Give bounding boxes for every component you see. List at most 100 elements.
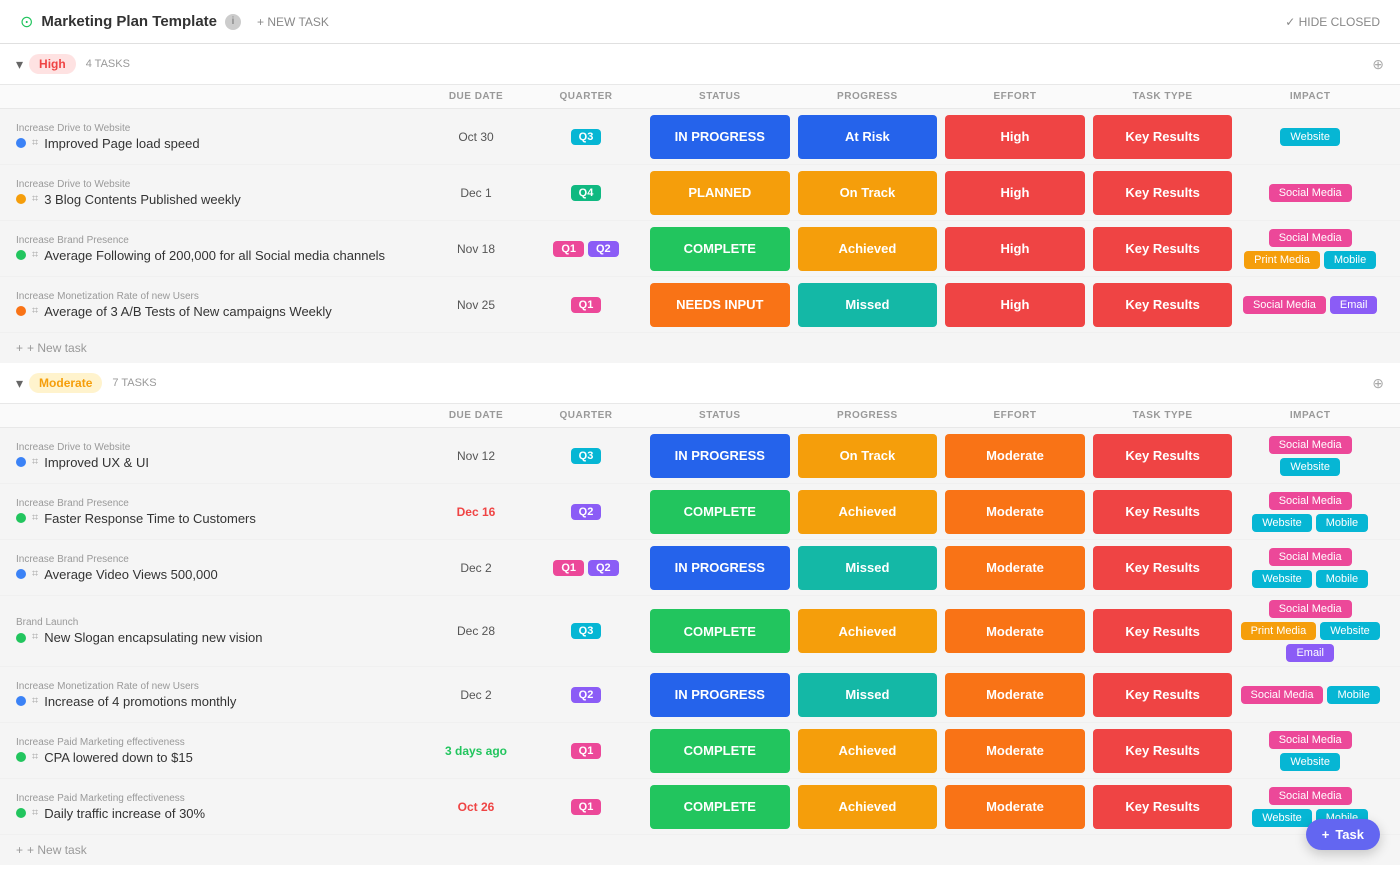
task-dot: [16, 752, 26, 762]
table-row[interactable]: Increase Paid Marketing effectiveness ⌗ …: [0, 723, 1400, 779]
status-badge: COMPLETE: [650, 609, 790, 653]
quarter-badge: Q2: [588, 241, 619, 257]
quarters-cell: Q1: [526, 743, 646, 759]
task-name: 3 Blog Contents Published weekly: [44, 192, 241, 207]
task-type-badge: Key Results: [1093, 673, 1233, 717]
effort-badge: Moderate: [945, 490, 1085, 534]
main-scroll-area[interactable]: ▾ High 4 TASKS ⊕ DUE DATE QUARTER STATUS…: [0, 44, 1400, 870]
task-name-row: ⌗ Increase of 4 promotions monthly: [16, 694, 426, 709]
table-row[interactable]: Brand Launch ⌗ New Slogan encapsulating …: [0, 596, 1400, 667]
table-row[interactable]: Increase Paid Marketing effectiveness ⌗ …: [0, 779, 1400, 835]
group-add-icon-moderate[interactable]: ⊕: [1372, 375, 1384, 392]
task-name: Average Following of 200,000 for all Soc…: [44, 248, 385, 263]
col-progress: PROGRESS: [794, 410, 942, 421]
group-add-icon-high[interactable]: ⊕: [1372, 56, 1384, 73]
effort-cell: Moderate: [941, 596, 1089, 666]
progress-cell: Achieved: [794, 221, 942, 276]
status-cell: PLANNED: [646, 165, 794, 220]
progress-badge: On Track: [798, 171, 938, 215]
hide-closed-button[interactable]: ✓ HIDE CLOSED: [1285, 15, 1380, 29]
effort-badge: Moderate: [945, 609, 1085, 653]
task-link-icon: ⌗: [32, 512, 38, 525]
new-task-button[interactable]: + NEW TASK: [249, 11, 337, 33]
info-icon[interactable]: i: [225, 14, 241, 30]
table-row[interactable]: Increase Drive to Website ⌗ 3 Blog Conte…: [0, 165, 1400, 221]
due-date: Dec 2: [426, 561, 526, 575]
progress-cell: On Track: [794, 428, 942, 483]
task-type-cell: Key Results: [1089, 277, 1237, 332]
impact-cell: Social Media: [1236, 180, 1384, 206]
add-task-row[interactable]: + + New task: [0, 333, 1400, 363]
table-row[interactable]: Increase Brand Presence ⌗ Average Follow…: [0, 221, 1400, 277]
effort-badge: Moderate: [945, 546, 1085, 590]
progress-badge: On Track: [798, 434, 938, 478]
add-task-floating-button[interactable]: + Task: [1306, 819, 1380, 850]
group-toggle-moderate[interactable]: ▾: [16, 375, 23, 392]
progress-cell: At Risk: [794, 109, 942, 164]
app-header: ⊙ Marketing Plan Template i + NEW TASK ✓…: [0, 0, 1400, 44]
effort-badge: High: [945, 227, 1085, 271]
table-row[interactable]: Increase Monetization Rate of new Users …: [0, 667, 1400, 723]
impact-tag: Social Media: [1243, 296, 1326, 314]
effort-cell: Moderate: [941, 428, 1089, 483]
task-name: Average Video Views 500,000: [44, 567, 217, 582]
impact-cell: Social MediaWebsiteMobile: [1236, 488, 1384, 536]
task-type-badge: Key Results: [1093, 609, 1233, 653]
effort-cell: High: [941, 165, 1089, 220]
progress-cell: Missed: [794, 277, 942, 332]
group-toggle-high[interactable]: ▾: [16, 56, 23, 73]
due-date: Nov 18: [426, 242, 526, 256]
impact-tag: Social Media: [1269, 600, 1352, 618]
progress-badge: Achieved: [798, 729, 938, 773]
impact-cell: Social MediaPrint MediaWebsiteEmail: [1236, 596, 1384, 666]
quarter-badge: Q3: [571, 448, 602, 464]
quarters-cell: Q4: [526, 185, 646, 201]
task-info: Increase Brand Presence ⌗ Average Follow…: [16, 227, 426, 271]
task-name-row: ⌗ Daily traffic increase of 30%: [16, 806, 426, 821]
progress-badge: At Risk: [798, 115, 938, 159]
task-info: Brand Launch ⌗ New Slogan encapsulating …: [16, 609, 426, 653]
task-type-cell: Key Results: [1089, 779, 1237, 834]
quarters-cell: Q2: [526, 687, 646, 703]
add-task-row[interactable]: + + New task: [0, 835, 1400, 865]
task-info: Increase Brand Presence ⌗ Faster Respons…: [16, 490, 426, 534]
impact-tag: Website: [1252, 514, 1312, 532]
task-type-cell: Key Results: [1089, 540, 1237, 595]
task-type-badge: Key Results: [1093, 785, 1233, 829]
impact-cell: Social MediaPrint MediaMobile: [1236, 225, 1384, 273]
col-task-type: TASK TYPE: [1089, 410, 1237, 421]
task-count-high: 4 TASKS: [86, 58, 130, 70]
progress-cell: Missed: [794, 667, 942, 722]
effort-cell: High: [941, 277, 1089, 332]
task-dot: [16, 138, 26, 148]
col-due-date: DUE DATE: [426, 91, 526, 102]
col-status: STATUS: [646, 91, 794, 102]
task-name: Improved Page load speed: [44, 136, 199, 151]
table-row[interactable]: Increase Drive to Website ⌗ Improved UX …: [0, 428, 1400, 484]
impact-tag: Print Media: [1241, 622, 1317, 640]
impact-tag: Social Media: [1269, 548, 1352, 566]
group-header-high: ▾ High 4 TASKS ⊕: [0, 44, 1400, 85]
status-badge: IN PROGRESS: [650, 673, 790, 717]
task-name: CPA lowered down to $15: [44, 750, 193, 765]
table-row[interactable]: Increase Monetization Rate of new Users …: [0, 277, 1400, 333]
effort-badge: Moderate: [945, 729, 1085, 773]
table-row[interactable]: Increase Drive to Website ⌗ Improved Pag…: [0, 109, 1400, 165]
table-row[interactable]: Increase Brand Presence ⌗ Faster Respons…: [0, 484, 1400, 540]
task-category: Increase Drive to Website: [16, 442, 426, 453]
table-row[interactable]: Increase Brand Presence ⌗ Average Video …: [0, 540, 1400, 596]
col-effort: EFFORT: [941, 410, 1089, 421]
task-info: Increase Paid Marketing effectiveness ⌗ …: [16, 785, 426, 829]
impact-tag: Print Media: [1244, 251, 1320, 269]
effort-cell: Moderate: [941, 540, 1089, 595]
task-type-badge: Key Results: [1093, 729, 1233, 773]
task-name: Daily traffic increase of 30%: [44, 806, 205, 821]
task-category: Increase Brand Presence: [16, 554, 426, 565]
impact-cell: Social MediaMobile: [1236, 682, 1384, 708]
add-task-plus: +: [16, 843, 23, 857]
task-name-row: ⌗ New Slogan encapsulating new vision: [16, 630, 426, 645]
progress-badge: Missed: [798, 546, 938, 590]
task-type-cell: Key Results: [1089, 428, 1237, 483]
progress-badge: Missed: [798, 283, 938, 327]
task-type-badge: Key Results: [1093, 227, 1233, 271]
